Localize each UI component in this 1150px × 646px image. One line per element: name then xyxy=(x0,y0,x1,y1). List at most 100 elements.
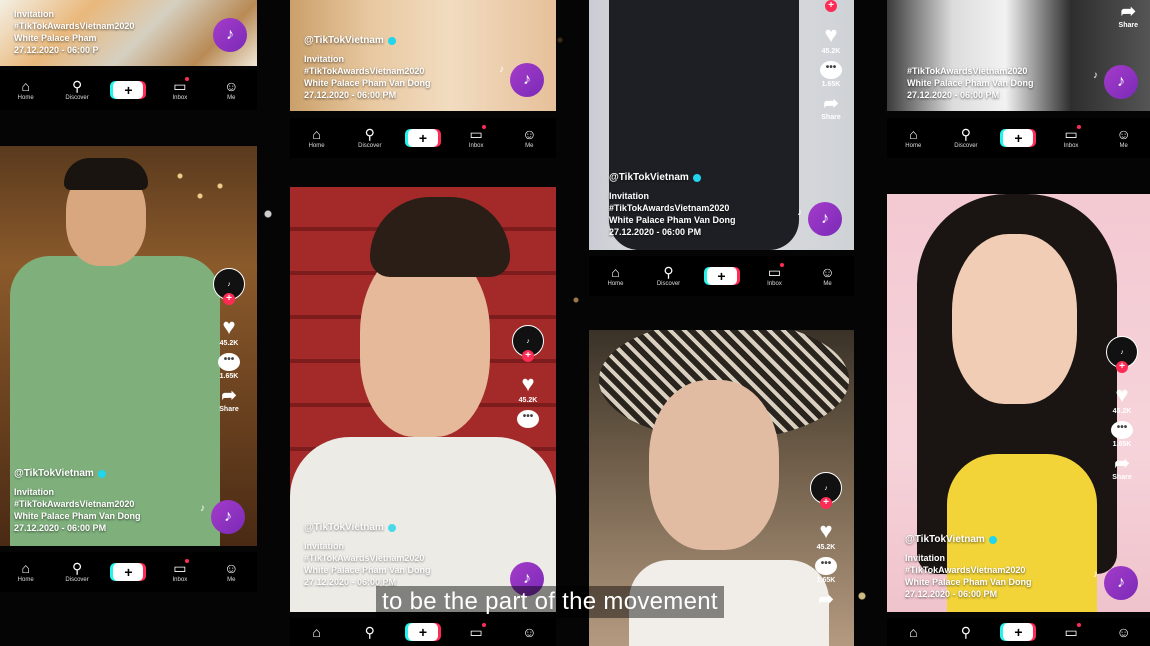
video-card-1a[interactable]: Invitation #TikTokAwardsVietnam2020 Whit… xyxy=(0,0,257,66)
music-disc-icon[interactable]: ♪ xyxy=(808,202,842,236)
nav-inbox[interactable]: ▭ Inbox xyxy=(1051,125,1091,149)
nav-label: Discover xyxy=(358,143,382,149)
comment-button[interactable]: ••• 1.65K xyxy=(218,353,240,380)
music-disc-icon[interactable]: ♪ xyxy=(1104,65,1138,99)
nav-inbox[interactable]: ▭ xyxy=(1051,623,1091,639)
caption-hashtag[interactable]: #TikTokAwardsVietnam2020 xyxy=(907,65,1034,77)
video-card-2a[interactable]: @TikTokVietnam Invitation #TikTokAwardsV… xyxy=(290,0,556,111)
nav-home[interactable]: ⌂ Home xyxy=(6,561,46,583)
nav-inbox[interactable]: ▭ Inbox xyxy=(160,77,200,101)
nav-label: Discover xyxy=(65,95,89,101)
share-button[interactable]: ➦ xyxy=(818,590,833,608)
tiktok-logo-icon[interactable]: ♪ + xyxy=(1106,336,1138,373)
home-icon: ⌂ xyxy=(909,126,918,142)
nav-home[interactable]: ⌂ Home xyxy=(596,265,636,287)
follow-button[interactable]: + xyxy=(522,350,534,362)
nav-add[interactable]: + xyxy=(702,267,742,285)
music-note-icon: ♪ xyxy=(499,64,504,75)
nav-add[interactable]: + xyxy=(403,129,443,147)
nav-inbox[interactable]: ▭ Inbox xyxy=(160,559,200,583)
post-handle[interactable]: @TikTokVietnam xyxy=(14,468,94,480)
post-caption: #TikTokAwardsVietnam2020 White Palace Ph… xyxy=(907,65,1034,101)
nav-me[interactable]: ☺ Me xyxy=(211,561,251,583)
tiktok-logo-icon[interactable]: ♪ + xyxy=(512,325,544,362)
like-button[interactable]: ♥ 45.2K xyxy=(518,373,538,405)
music-disc-icon[interactable]: ♪ xyxy=(211,500,245,534)
nav-home[interactable]: ⌂ Home xyxy=(6,79,46,101)
nav-me[interactable]: ☺ Me xyxy=(509,127,549,149)
nav-discover[interactable]: ⚲ xyxy=(946,625,986,639)
nav-discover[interactable]: ⚲ Discover xyxy=(57,561,97,583)
post-handle[interactable]: @TikTokVietnam xyxy=(304,522,384,534)
tiktok-logo-icon[interactable]: ♪ + xyxy=(810,472,842,509)
comment-button[interactable]: ••• 1.65K xyxy=(820,61,842,88)
nav-discover[interactable]: ⚲ Discover xyxy=(350,127,390,149)
like-button[interactable]: ♥ 45.2K xyxy=(1113,384,1132,416)
nav-home[interactable]: ⌂ xyxy=(297,625,337,639)
nav-inbox[interactable]: ▭ Inbox xyxy=(755,263,795,287)
heart-icon: ♥ xyxy=(819,518,833,543)
nav-add[interactable]: + xyxy=(108,81,148,99)
comment-button[interactable]: ••• 1.65K xyxy=(815,557,837,584)
share-button[interactable]: ➦ Share xyxy=(219,386,238,413)
comment-button[interactable]: ••• 1.65K xyxy=(1111,421,1133,448)
music-disc-icon[interactable]: ♪ xyxy=(510,63,544,97)
nav-inbox[interactable]: ▭ Inbox xyxy=(456,125,496,149)
nav-me[interactable]: ☺ xyxy=(1104,625,1144,639)
music-disc-icon[interactable]: ♪ xyxy=(213,18,247,52)
nav-discover[interactable]: ⚲ Discover xyxy=(946,127,986,149)
like-button[interactable]: ♥ 45.2K xyxy=(822,24,841,56)
bottom-nav: ⌂ Home ⚲ Discover + ▭ Inbox ☺ Me xyxy=(0,70,257,110)
post-handle[interactable]: @TikTokVietnam xyxy=(905,534,985,546)
nav-add[interactable]: + xyxy=(108,563,148,581)
caption-hashtag[interactable]: #TikTokAwardsVietnam2020 xyxy=(14,498,141,510)
post-handle[interactable]: @TikTokVietnam xyxy=(304,35,384,47)
nav-me[interactable]: ☺ xyxy=(509,625,549,639)
like-count: 45.2K xyxy=(518,397,538,404)
video-card-3a[interactable]: + ♥ 45.2K ••• 1.65K ➦ Share @TikTokVietnam … xyxy=(589,0,854,250)
follow-button[interactable]: + xyxy=(825,0,837,12)
caption-hashtag[interactable]: #TikTokAwardsVietnam2020 xyxy=(905,564,1032,576)
inbox-icon: ▭ xyxy=(173,77,190,93)
video-card-2b[interactable]: ♪ + ♥ 45.2K ••• @TikTokVietnam Invitation … xyxy=(290,187,556,612)
nav-label: Discover xyxy=(954,143,978,149)
nav-add[interactable]: + xyxy=(403,623,443,641)
verified-icon xyxy=(988,536,997,544)
post-handle[interactable]: @TikTokVietnam xyxy=(609,172,689,184)
music-disc-icon[interactable]: ♪ xyxy=(1104,566,1138,600)
caption-hashtag[interactable]: #TikTokAwardsVietnam2020 xyxy=(304,65,431,77)
nav-add[interactable]: + xyxy=(998,623,1038,641)
like-button[interactable]: ♥ 45.2K xyxy=(220,316,239,348)
follow-button[interactable]: + xyxy=(223,293,235,305)
nav-home[interactable]: ⌂ xyxy=(893,625,933,639)
inbox-icon: ▭ xyxy=(470,623,486,639)
nav-home[interactable]: ⌂ Home xyxy=(297,127,337,149)
nav-home[interactable]: ⌂ Home xyxy=(893,127,933,149)
caption-hashtag[interactable]: #TikTokAwardsVietnam2020 xyxy=(609,202,736,214)
nav-discover[interactable]: ⚲ Discover xyxy=(57,79,97,101)
tiktok-logo-icon[interactable]: ♪ + xyxy=(213,268,245,305)
nav-me[interactable]: ☺ Me xyxy=(1104,127,1144,149)
video-card-4a[interactable]: ➦ Share #TikTokAwardsVietnam2020 White Pa… xyxy=(887,0,1150,111)
follow-button[interactable]: + xyxy=(820,497,832,509)
share-button[interactable]: ➦ Share xyxy=(1112,454,1131,481)
nav-label: Me xyxy=(227,95,236,101)
share-button[interactable]: ➦ Share xyxy=(821,94,840,121)
nav-label: Home xyxy=(308,143,325,149)
nav-label: Home xyxy=(17,95,34,101)
search-icon: ⚲ xyxy=(960,624,972,640)
nav-discover[interactable]: ⚲ xyxy=(350,625,390,639)
nav-me[interactable]: ☺ Me xyxy=(211,79,251,101)
nav-discover[interactable]: ⚲ Discover xyxy=(649,265,689,287)
share-button[interactable]: ➦ Share xyxy=(1119,2,1138,29)
like-button[interactable]: ♥ 45.2K xyxy=(817,518,836,552)
nav-add[interactable]: + xyxy=(998,129,1038,147)
caption-hashtag[interactable]: #TikTokAwardsVietnam2020 xyxy=(304,552,431,564)
follow-button[interactable]: + xyxy=(1116,361,1128,373)
nav-inbox[interactable]: ▭ xyxy=(456,623,496,639)
video-card-4b[interactable]: ♪ + ♥ 45.2K ••• 1.65K ➦ Share @TikTokVietnam… xyxy=(887,194,1150,612)
caption-date: 27.12.2020 - 06:00 PM xyxy=(304,90,397,100)
video-card-1b[interactable]: ♪ + ♥ 45.2K ••• 1.65K ➦ Share @TikTokVietnam… xyxy=(0,146,257,546)
comment-button[interactable]: ••• xyxy=(517,410,539,428)
nav-me[interactable]: ☺ Me xyxy=(808,265,848,287)
